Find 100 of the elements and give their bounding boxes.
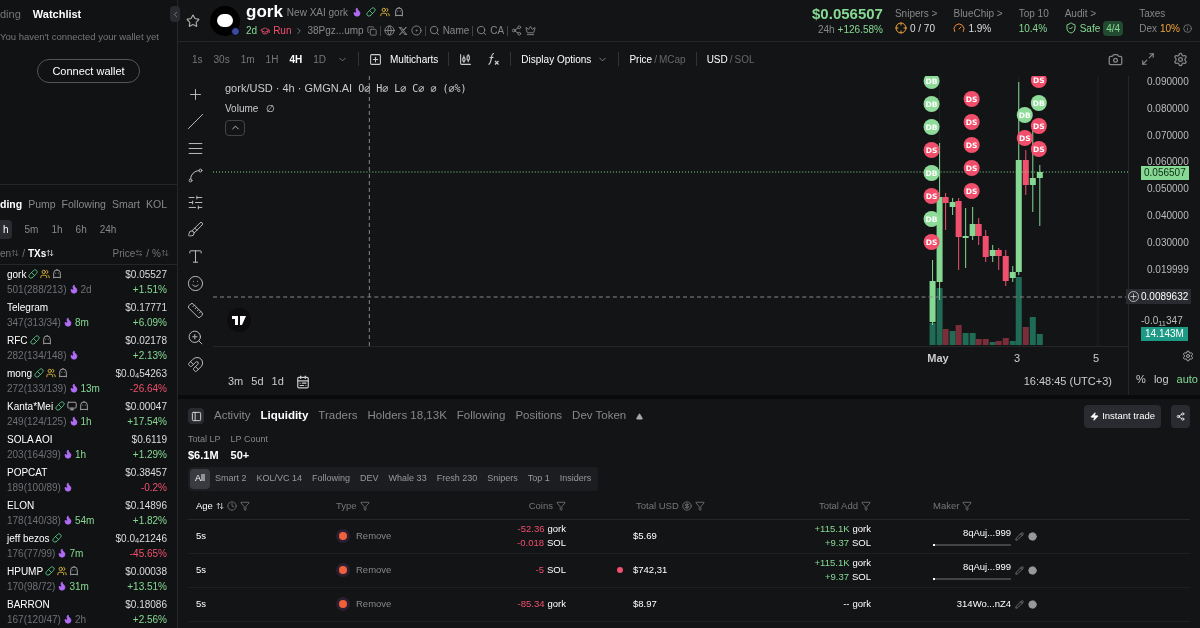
- multicharts-button[interactable]: Multicharts: [369, 51, 439, 67]
- panel-tab[interactable]: Traders: [318, 407, 358, 425]
- sliders-icon[interactable]: [187, 194, 204, 211]
- filter-icon[interactable]: [861, 501, 871, 511]
- scale-mode-toggle[interactable]: %: [1136, 371, 1146, 388]
- filter-chip[interactable]: Fresh 230: [431, 469, 483, 489]
- camera-icon[interactable]: [1108, 51, 1123, 67]
- circle-icon[interactable]: [1028, 531, 1037, 541]
- filter-chip[interactable]: Snipers: [482, 469, 523, 489]
- toggle-option[interactable]: USD: [706, 51, 728, 67]
- filter-chip[interactable]: All: [190, 469, 210, 489]
- stat-label[interactable]: Audit >: [1064, 5, 1124, 21]
- search-name-link[interactable]: Name: [442, 23, 470, 38]
- scale-mode-toggle[interactable]: auto: [1176, 371, 1198, 388]
- stat-label[interactable]: BlueChip >: [953, 5, 1003, 21]
- list-tab[interactable]: KOL: [146, 197, 167, 213]
- function-icon[interactable]: [486, 52, 501, 66]
- column-header[interactable]: Price: [112, 245, 136, 261]
- table-row[interactable]: 5s Remove -5 SOL $742,31 +115.1K gork +9.37 SOL 8qAuj...999: [188, 553, 1190, 588]
- interval-tab[interactable]: 4H: [289, 51, 303, 67]
- fullscreen-icon[interactable]: [1141, 52, 1155, 66]
- sidebar-tab[interactable]: ding: [0, 5, 21, 23]
- settings-icon[interactable]: [1182, 350, 1194, 362]
- collapse-button[interactable]: [225, 119, 245, 136]
- timeframe-tab[interactable]: h: [0, 220, 12, 239]
- interval-tab[interactable]: 30s: [213, 51, 230, 67]
- settings-icon[interactable]: [1173, 51, 1188, 67]
- toggle-option[interactable]: Price: [629, 51, 653, 67]
- range-button[interactable]: 5d: [251, 373, 264, 390]
- panel-tab[interactable]: Positions: [515, 407, 563, 425]
- panel-toggle-button[interactable]: [188, 408, 204, 424]
- scale-mode-toggle[interactable]: log: [1153, 371, 1169, 388]
- crown-icon[interactable]: [525, 25, 537, 36]
- ruler-icon[interactable]: [187, 302, 204, 319]
- token-row[interactable]: Telegram 347(313/34) 8m $0.17771 +6.09%: [0, 298, 177, 331]
- filter-chip[interactable]: Whale 33: [383, 469, 432, 489]
- list-tab[interactable]: Smart: [111, 197, 140, 213]
- search-icon[interactable]: [476, 25, 488, 36]
- column-header[interactable]: Maker: [933, 498, 960, 514]
- circle-icon[interactable]: [1028, 599, 1037, 609]
- filter-icon[interactable]: [694, 501, 705, 511]
- panel-tab[interactable]: Dev Token: [572, 407, 627, 425]
- token-row[interactable]: mong 272(133/139) 13m $0.0$_{4}$54263 -26.64%: [0, 364, 177, 397]
- interval-tab[interactable]: 1s: [192, 51, 203, 67]
- maker-link[interactable]: 8qAuj...999: [962, 526, 1011, 541]
- sort-icon[interactable]: [46, 249, 55, 257]
- crosshair-icon[interactable]: [187, 86, 204, 103]
- collapse-sidebar-button[interactable]: [170, 6, 180, 22]
- column-header[interactable]: Type: [336, 498, 357, 514]
- star-icon[interactable]: [186, 13, 200, 28]
- brush-icon[interactable]: [187, 221, 204, 238]
- token-row[interactable]: gork 501(288/213) 2d $0.05527 +1.51%: [0, 265, 177, 298]
- instant-trade-button[interactable]: Instant trade: [1084, 404, 1161, 428]
- copy-icon[interactable]: [366, 25, 377, 36]
- panel-tab[interactable]: Following: [456, 407, 506, 425]
- interval-tab[interactable]: 1H: [265, 51, 279, 67]
- filter-chip[interactable]: Following: [307, 469, 356, 489]
- calendar-icon[interactable]: [295, 374, 310, 389]
- stat-label[interactable]: Snipers >: [894, 5, 938, 21]
- filter-icon[interactable]: [556, 501, 566, 511]
- timeframe-tab[interactable]: 6h: [75, 222, 87, 237]
- sidebar-tab[interactable]: Watchlist: [32, 5, 82, 23]
- smile-icon[interactable]: [187, 275, 204, 292]
- token-row[interactable]: SOLA AOI 203(164/39) 1h $0.6119 +1.29%: [0, 430, 177, 463]
- panel-tab[interactable]: Liquidity: [260, 407, 309, 425]
- filter-chip[interactable]: DEV: [355, 469, 384, 489]
- panel-tab[interactable]: Activity: [214, 407, 251, 425]
- lines-icon[interactable]: [187, 140, 204, 157]
- filter-icon[interactable]: [359, 501, 370, 511]
- info-icon[interactable]: [1183, 23, 1192, 33]
- magnet-icon[interactable]: [187, 356, 204, 373]
- triangle-up-icon[interactable]: [636, 412, 644, 420]
- maker-link[interactable]: 8qAuj...999: [962, 560, 1011, 575]
- token-row[interactable]: HPUMP 170(98/72) 31m $0.00038 +13.51%: [0, 562, 177, 595]
- column-header[interactable]: TXs: [27, 245, 47, 261]
- interval-tab[interactable]: 1D: [313, 51, 326, 67]
- column-header[interactable]: Age: [196, 498, 213, 514]
- column-header[interactable]: %: [152, 245, 161, 261]
- column-header[interactable]: Total Add: [818, 498, 858, 514]
- filter-icon[interactable]: [962, 501, 973, 511]
- globe-icon[interactable]: [383, 25, 395, 36]
- swap-icon[interactable]: [135, 249, 144, 257]
- zoom-in-icon[interactable]: [187, 329, 204, 346]
- table-row[interactable]: 5s Remove -85.34 gork $8.97 -- gork 314Wo...nZ4: [188, 587, 1190, 622]
- timeframe-tab[interactable]: 1h: [51, 222, 63, 237]
- list-tab[interactable]: Pump: [28, 197, 56, 213]
- token-row[interactable]: ELON 178(140/38) 54m $0.14896 +1.82%: [0, 496, 177, 529]
- token-row[interactable]: RFC 282(134/148) $0.02178 +2.13%: [0, 331, 177, 364]
- search-icon[interactable]: [428, 25, 440, 36]
- range-button[interactable]: 3m: [228, 373, 244, 390]
- text-icon[interactable]: [187, 248, 204, 265]
- timeframe-tab[interactable]: 24h: [99, 222, 117, 237]
- toggle-option[interactable]: MCap: [658, 51, 686, 67]
- token-row[interactable]: jeff bezos 176(77/99) 7m $0.0$_{4}$21246 -45.65%: [0, 529, 177, 562]
- stat-label[interactable]: Top 10: [1018, 5, 1049, 21]
- search-ca-link[interactable]: CA: [490, 23, 505, 38]
- filter-chip[interactable]: Smart 2: [210, 469, 252, 489]
- token-row[interactable]: POPCAT 189(100/89) $0.38457 -0.2%: [0, 463, 177, 496]
- filter-chip[interactable]: KOL/VC 14: [251, 469, 308, 489]
- filter-chip[interactable]: Insiders: [554, 469, 597, 489]
